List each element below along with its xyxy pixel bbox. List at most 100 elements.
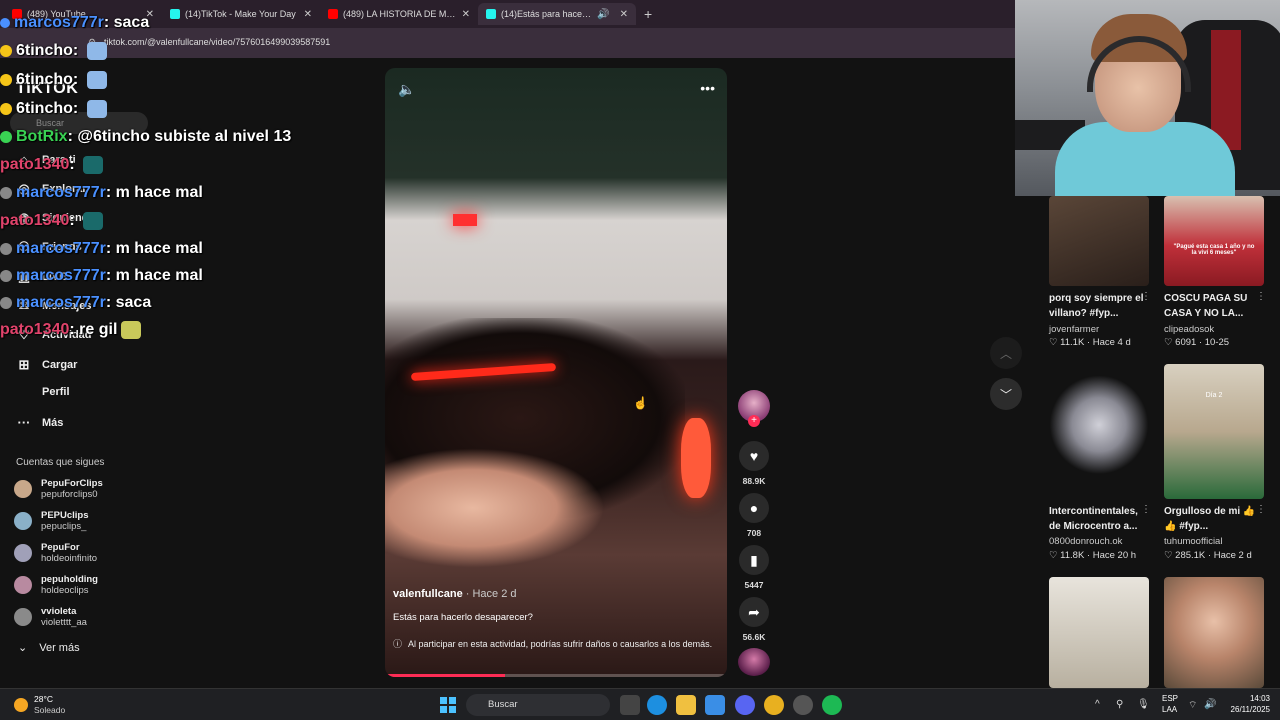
chat-message: pato1340:: [0, 156, 104, 174]
thumbnail-caption: "Pagué esta casa 1 año y no la viví 6 me…: [1173, 244, 1255, 256]
chat-message: BotRix: @6tincho subiste al nivel 13: [0, 128, 291, 146]
more-options-icon[interactable]: ⋮: [1256, 504, 1266, 515]
wifi-icon[interactable]: ⌔: [1188, 699, 1197, 712]
rec-user[interactable]: 0800donrouch.ok: [1049, 536, 1122, 547]
edge-icon[interactable]: [647, 695, 667, 715]
account-handle: pepuclips_: [41, 521, 87, 532]
weather-condition[interactable]: Soleado: [34, 705, 65, 715]
store-icon[interactable]: [705, 695, 725, 715]
more-options-icon[interactable]: ⋮: [1141, 291, 1151, 302]
rec-user[interactable]: tuhumoofficial: [1164, 536, 1222, 547]
chat-user: pato1340: [0, 212, 70, 230]
video-player[interactable]: 🔈 ••• ☝ valenfullcane · Hace 2 d Estás p…: [385, 68, 727, 677]
rec-user[interactable]: clipeadosok: [1164, 324, 1214, 335]
nav-label: Más: [42, 416, 64, 429]
chrome-icon[interactable]: [764, 695, 784, 715]
url-text[interactable]: tiktok.com/@valenfullcane/video/75760164…: [104, 37, 330, 47]
rec-likes: 6091: [1175, 337, 1197, 348]
followed-account[interactable]: pepuholding holdeoclips: [14, 574, 98, 596]
author-name: valenfullcane: [393, 588, 463, 600]
speaker-icon[interactable]: 🔊: [597, 9, 609, 20]
save-button[interactable]: ▮ 5447: [737, 545, 771, 590]
account-handle: holdeoinfinito: [41, 553, 97, 564]
followed-account[interactable]: PEPUclips pepuclips_: [14, 510, 89, 532]
recommended-video[interactable]: [1049, 577, 1149, 688]
discord-icon[interactable]: [735, 695, 755, 715]
keyboard-layout[interactable]: LAA: [1162, 705, 1177, 714]
keyboard-language[interactable]: ESP: [1162, 694, 1178, 703]
recommended-video[interactable]: [1049, 196, 1149, 286]
close-icon[interactable]: ✕: [462, 9, 470, 20]
task-view-icon[interactable]: [620, 695, 640, 715]
clock-time[interactable]: 14:03: [1228, 694, 1270, 703]
recommended-video[interactable]: Día 2: [1164, 364, 1264, 499]
video-age: · Hace 2 d: [462, 588, 517, 600]
chat-badge-icon: [0, 45, 12, 57]
browser-tab[interactable]: (489) LA HISTORIA DE MIRAGE ✕: [320, 3, 478, 25]
next-video-button[interactable]: ﹀: [990, 378, 1022, 410]
followed-account[interactable]: PepuFor holdeoinfinito: [14, 542, 97, 564]
sun-icon[interactable]: [14, 698, 28, 712]
video-progress-bar[interactable]: [385, 674, 727, 677]
account-handle: pepuforclips0: [41, 489, 98, 500]
weather-temp[interactable]: 28°C: [34, 694, 53, 705]
volume-icon[interactable]: 🔊: [1204, 699, 1216, 710]
rec-title[interactable]: porq soy siempre el villano? #fyp...: [1049, 291, 1149, 321]
account-handle: holdeoclips: [41, 585, 89, 596]
chat-text: m hace mal: [115, 184, 203, 201]
comment-count: 708: [746, 528, 762, 538]
save-count: 5447: [744, 580, 764, 590]
close-icon[interactable]: ✕: [304, 9, 312, 20]
chat-user: pato1340: [0, 321, 70, 339]
taskbar-search[interactable]: Buscar: [466, 694, 610, 716]
rec-meta: ♡ 11.8K · Hace 20 h: [1049, 550, 1137, 561]
rec-user[interactable]: jovenfarmer: [1049, 324, 1099, 335]
new-tab-icon[interactable]: +: [644, 6, 652, 22]
browser-tab-active[interactable]: (14)Estás para hacerlo desa 🔊 ✕: [478, 3, 636, 25]
chat-user: 6tincho: [16, 71, 73, 89]
chat-user: pato1340: [0, 156, 70, 174]
follow-plus-icon[interactable]: +: [748, 415, 760, 427]
more-options-icon[interactable]: •••: [700, 80, 715, 96]
spotify-icon[interactable]: [822, 695, 842, 715]
see-more-button[interactable]: ⌄ Ver más: [18, 641, 80, 655]
like-button[interactable]: ♥ 88.9K: [737, 441, 771, 486]
chat-message: 6tincho:: [0, 71, 107, 89]
comment-button[interactable]: ● 708: [737, 493, 771, 538]
close-icon[interactable]: ✕: [620, 9, 628, 20]
followed-account[interactable]: PepuForClips pepuforclips0: [14, 478, 103, 500]
recommended-video[interactable]: "Pagué esta casa 1 año y no la viví 6 me…: [1164, 196, 1264, 286]
chat-user: marcos777r: [16, 267, 106, 284]
rec-title[interactable]: COSCU PAGA SU CASA Y NO LA...: [1164, 291, 1264, 321]
account-name: PepuFor: [41, 542, 80, 553]
recommended-video[interactable]: [1164, 577, 1264, 688]
rec-age: Hace 4 d: [1092, 337, 1131, 348]
volume-icon[interactable]: 🔈: [398, 81, 415, 98]
share-button[interactable]: ➦ 56.6K: [737, 597, 771, 642]
video-thumbnail: [1049, 364, 1149, 499]
more-options-icon[interactable]: ⋮: [1141, 504, 1151, 515]
clock-date[interactable]: 26/11/2025: [1218, 705, 1270, 714]
chat-message: marcos777r: saca: [0, 14, 149, 32]
chat-text: saca: [113, 14, 150, 31]
see-more-label: Ver más: [39, 641, 80, 654]
rec-title[interactable]: Orgulloso de mi 👍👍 #fyp...: [1164, 504, 1264, 534]
nav-item-mas[interactable]: ··· Más: [16, 415, 64, 430]
more-options-icon[interactable]: ⋮: [1256, 291, 1266, 302]
network-icon[interactable]: ⚲: [1116, 699, 1123, 710]
microphone-icon[interactable]: 🎙: [1137, 699, 1150, 710]
windows-start-icon[interactable]: [440, 697, 456, 713]
browser-tab[interactable]: (14)TikTok - Make Your Day ✕: [162, 3, 320, 25]
music-disc-avatar[interactable]: [738, 648, 770, 676]
rec-title[interactable]: Intercontinentales, de Microcentro a...: [1049, 504, 1149, 534]
nav-item-cargar[interactable]: ⊞ Cargar: [16, 357, 78, 373]
nav-item-perfil[interactable]: Perfil: [16, 386, 70, 398]
file-explorer-icon[interactable]: [676, 695, 696, 715]
video-author[interactable]: valenfullcane · Hace 2 d: [393, 588, 517, 600]
share-icon: ➦: [739, 597, 769, 627]
chevron-up-icon[interactable]: ^: [1095, 699, 1100, 710]
followed-account[interactable]: vvioleta violetttt_aa: [14, 606, 87, 628]
obs-icon[interactable]: [793, 695, 813, 715]
recommended-video[interactable]: [1049, 364, 1149, 499]
previous-video-button[interactable]: ︿: [990, 337, 1022, 369]
